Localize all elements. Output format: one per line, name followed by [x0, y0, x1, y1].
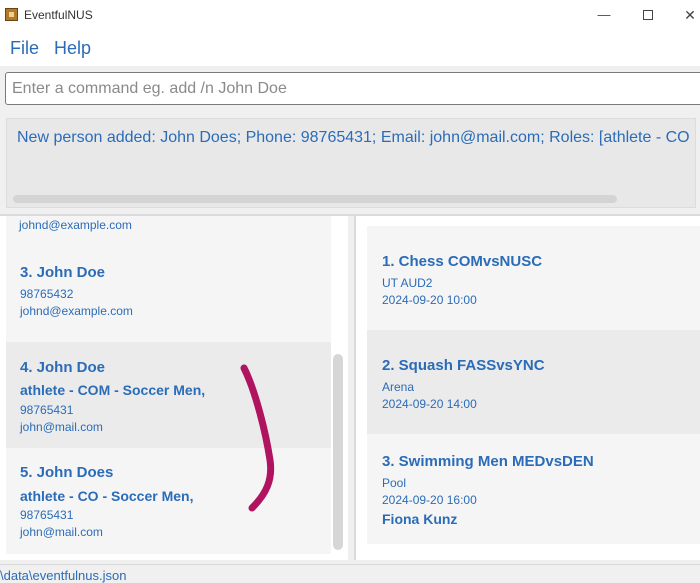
menu-file[interactable]: File — [10, 38, 39, 59]
person-email: john@mail.com — [20, 420, 103, 434]
maximize-icon — [643, 10, 653, 20]
person-email: john@mail.com — [20, 525, 103, 539]
event-venue: Arena — [382, 380, 415, 394]
event-time: 2024-09-20 14:00 — [382, 397, 477, 411]
person-phone: 98765431 — [20, 508, 74, 522]
person-role: athlete - COM - Soccer Men, — [20, 382, 206, 398]
person-name: 5. John Does — [20, 464, 114, 481]
event-name: 2. Squash FASSvsYNC — [382, 357, 545, 374]
person-email: johnd@example.com — [19, 218, 132, 232]
window-title: EventfulNUS — [24, 8, 93, 22]
handwritten-bracket-annotation — [240, 364, 275, 512]
app-window: EventfulNUS — ✕ File Help New person add… — [0, 0, 700, 583]
event-name: 3. Swimming Men MEDvsDEN — [382, 453, 594, 470]
app-logo-icon — [5, 8, 18, 21]
command-input[interactable] — [5, 72, 700, 105]
menu-bar: File Help — [0, 30, 700, 66]
event-card[interactable]: 3. Swimming Men MEDvsDEN Pool 2024-09-20… — [367, 434, 700, 544]
close-button[interactable]: ✕ — [680, 5, 700, 25]
person-card[interactable]: 3. John Doe 98765432 johnd@example.com — [6, 236, 331, 342]
result-horizontal-scrollbar[interactable] — [13, 195, 617, 203]
event-time: 2024-09-20 10:00 — [382, 293, 477, 307]
menu-help[interactable]: Help — [54, 38, 91, 59]
title-bar: EventfulNUS — ✕ — [0, 0, 700, 30]
event-list-panel: 1. Chess COMvsNUSC UT AUD2 2024-09-20 10… — [356, 216, 700, 560]
event-venue: UT AUD2 — [382, 276, 433, 290]
maximize-button[interactable] — [638, 5, 658, 25]
event-card[interactable]: 2. Squash FASSvsYNC Arena 2024-09-20 14:… — [367, 330, 700, 434]
status-bar: \data\eventfulnus.json — [0, 564, 700, 583]
event-venue: Pool — [382, 476, 407, 490]
event-card[interactable]: 1. Chess COMvsNUSC UT AUD2 2024-09-20 10… — [367, 226, 700, 330]
person-list-panel: johnd@example.com 3. John Doe 98765432 j… — [0, 216, 348, 560]
event-time: 2024-09-20 16:00 — [382, 493, 477, 507]
event-name: 1. Chess COMvsNUSC — [382, 253, 543, 270]
result-message: New person added: John Does; Phone: 9876… — [17, 129, 690, 146]
person-name: 4. John Doe — [20, 359, 106, 376]
person-list-scrollbar[interactable] — [333, 354, 343, 550]
command-box — [0, 66, 700, 112]
result-display: New person added: John Does; Phone: 9876… — [6, 118, 696, 208]
person-email: johnd@example.com — [20, 304, 133, 318]
person-phone: 98765431 — [20, 403, 74, 417]
minimize-button[interactable]: — — [594, 5, 614, 25]
event-participant: Fiona Kunz — [382, 511, 458, 527]
save-file-path: \data\eventfulnus.json — [0, 568, 127, 583]
person-phone: 98765432 — [20, 287, 74, 301]
person-name: 3. John Doe — [20, 264, 106, 281]
person-card-clipped[interactable]: johnd@example.com — [6, 216, 331, 236]
person-role: athlete - CO - Soccer Men, — [20, 488, 194, 504]
